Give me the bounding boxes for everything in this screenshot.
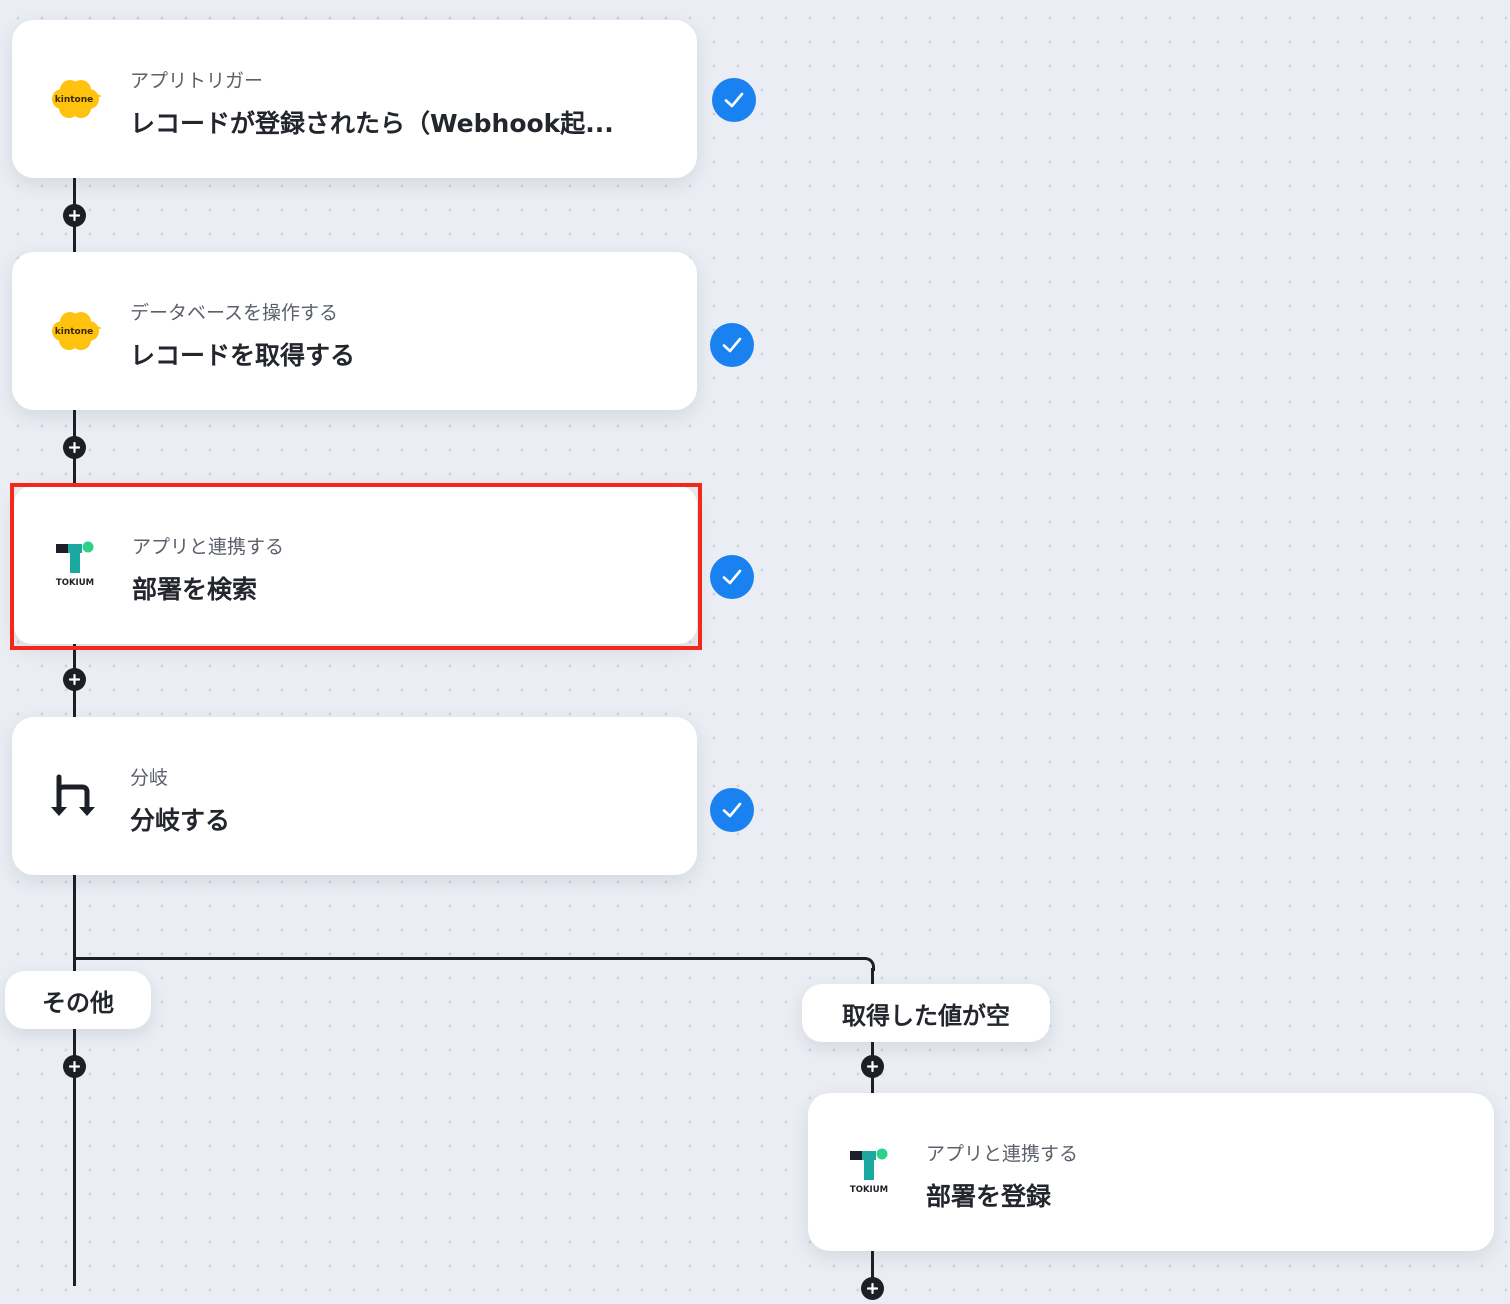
tokium-logo-text: TOKIUM [56,578,94,588]
check-icon [710,323,754,367]
flow-step-trigger[interactable]: kintone アプリトリガー レコードが登録されたら（Webhook起... [12,20,697,178]
flow-step-register-department[interactable]: TOKIUM アプリと連携する 部署を登録 [808,1093,1494,1251]
kintone-icon: kintone [48,72,102,126]
add-step-button[interactable] [861,1055,884,1078]
kintone-icon: kintone [48,304,102,358]
connector-line-branch-horizontal [75,957,863,960]
add-step-button[interactable] [861,1277,884,1300]
flow-step-branch[interactable]: 分岐 分岐する [12,717,697,875]
check-icon [712,78,756,122]
step-title: 部署を登録 [926,1182,1052,1211]
step-title: 分岐する [130,806,231,835]
add-step-button[interactable] [63,668,86,691]
check-icon [710,788,754,832]
branch-label-empty-value[interactable]: 取得した値が空 [802,984,1050,1042]
tokium-icon: TOKIUM [50,538,104,592]
kintone-logo-text: kintone [55,95,93,105]
flow-step-search-department[interactable]: TOKIUM アプリと連携する 部署を検索 [14,486,697,644]
step-title: レコードを取得する [130,341,356,370]
kintone-logo-text: kintone [55,327,93,337]
flow-step-get-record[interactable]: kintone データベースを操作する レコードを取得する [12,252,697,410]
branch-icon [48,769,102,823]
step-category: アプリと連携する [132,536,285,558]
tokium-logo-text: TOKIUM [850,1185,888,1195]
check-icon [710,555,754,599]
step-category: アプリと連携する [926,1143,1079,1165]
add-step-button[interactable] [63,436,86,459]
step-category: 分岐 [130,767,169,789]
add-step-button[interactable] [63,204,86,227]
branch-label-other[interactable]: その他 [5,971,151,1029]
step-title: レコードが登録されたら（Webhook起... [130,109,614,138]
add-step-button[interactable] [63,1055,86,1078]
tokium-icon: TOKIUM [844,1145,898,1199]
step-category: アプリトリガー [130,70,264,92]
step-category: データベースを操作する [130,302,339,324]
step-title: 部署を検索 [132,575,258,604]
